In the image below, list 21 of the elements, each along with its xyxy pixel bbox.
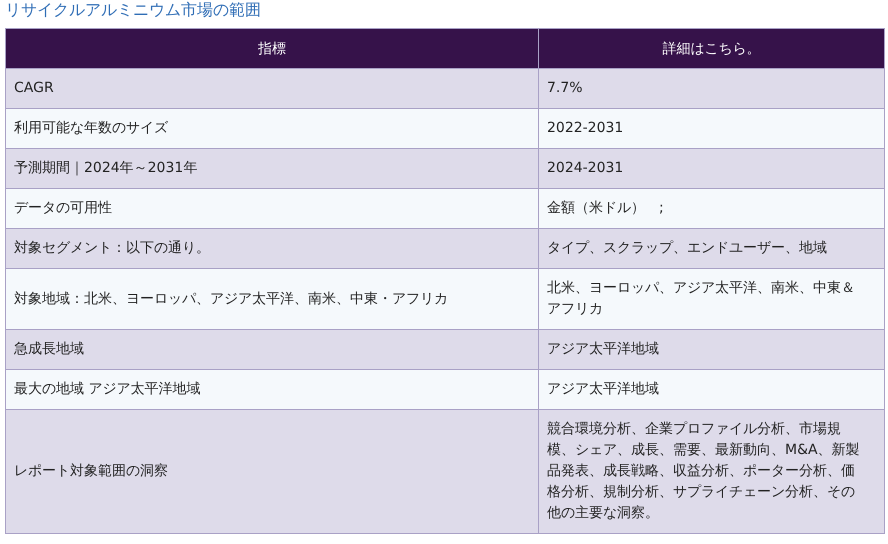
column-header: 詳細はこちら。 [538, 28, 884, 68]
table-cell: 北米、ヨーロッパ、アジア太平洋、南米、中東＆アフリカ [538, 268, 884, 330]
table-cell: 7.7% [538, 68, 884, 108]
table-cell: アジア太平洋地域 [538, 330, 884, 370]
column-header: 指標 [6, 28, 538, 68]
section-title: リサイクルアルミニウム市場の範囲 [5, 0, 262, 21]
table-cell: CAGR [6, 68, 538, 108]
table-cell: 利用可能な年数のサイズ [6, 108, 538, 148]
table-cell: タイプ、スクラップ、エンドユーザー、地域 [538, 228, 884, 268]
table-cell: 2022-2031 [538, 108, 884, 148]
table-cell: 対象地域：北米、ヨーロッパ、アジア太平洋、南米、中東・アフリカ [6, 268, 538, 330]
table-cell: 予測期間｜2024年～2031年 [6, 148, 538, 188]
table-cell: 急成長地域 [6, 330, 538, 370]
table-cell: 対象セグメント：以下の通り。 [6, 228, 538, 268]
table-cell: アジア太平洋地域 [538, 370, 884, 410]
table-cell: 競合環境分析、企業プロファイル分析、市場規模、シェア、成長、需要、最新動向、M&A、新製品発表、成長戦略、収益分析、ポーター分析、価格分析、規制分析、サプライチェーン分析、その他の主要な洞察。 [538, 410, 884, 534]
table-cell: 最大の地域 アジア太平洋地域 [6, 370, 538, 410]
table-cell: 2024-2031 [538, 148, 884, 188]
table-cell: 金額（米ドル） ; [538, 188, 884, 228]
table-cell: レポート対象範囲の洞察 [6, 410, 538, 534]
table-cell: データの可用性 [6, 188, 538, 228]
